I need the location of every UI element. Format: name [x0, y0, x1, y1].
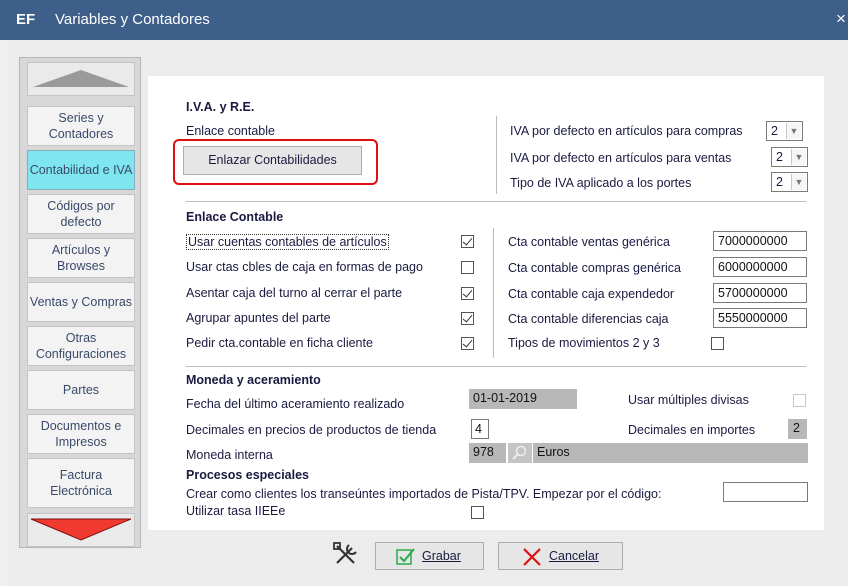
option-checkbox-3[interactable]: [461, 312, 474, 325]
iva-shipping-label: Tipo de IVA aplicado a los portes: [510, 176, 692, 190]
save-check-icon: [396, 548, 415, 565]
cancel-x-icon: [523, 548, 541, 566]
option-label-2: Asentar caja del turno al cerrar el part…: [186, 286, 403, 300]
iva-shipping-value: 2: [776, 175, 783, 189]
last-date-label: Fecha del último aceramiento realizado: [186, 397, 405, 411]
decimals-amounts-field: 2: [788, 419, 807, 439]
close-icon[interactable]: ×: [836, 9, 846, 29]
account-label-1: Cta contable compras genérica: [508, 261, 682, 275]
iva-sales-select[interactable]: 2 ▼: [771, 147, 808, 167]
sidebar-item-ventas[interactable]: Ventas y Compras: [27, 282, 135, 322]
search-button[interactable]: [508, 443, 532, 463]
decimals-products-input[interactable]: 4: [471, 419, 489, 439]
divider: [186, 366, 806, 367]
sidebar-item-documentos[interactable]: Documentos e Impresos: [27, 414, 135, 454]
account-input-1[interactable]: 6000000000: [713, 257, 807, 277]
option-label-0[interactable]: Usar cuentas contables de artículos: [186, 234, 389, 250]
moneda-heading: Moneda y aceramiento: [186, 373, 321, 387]
iva-purchase-select[interactable]: 2 ▼: [766, 121, 803, 141]
sidebar-item-label: Ventas y Compras: [29, 295, 133, 309]
window-title: Variables y Contadores: [55, 11, 210, 28]
tools-icon[interactable]: [332, 541, 360, 567]
option-checkbox-4[interactable]: [461, 337, 474, 350]
sidebar-item-label: Artículos y Browses: [51, 243, 111, 273]
sidebar-item-articulos[interactable]: Artículos y Browses: [27, 238, 135, 278]
sidebar-item-codigos[interactable]: Códigos por defecto: [27, 194, 135, 234]
account-input-3[interactable]: 5550000000: [713, 308, 807, 328]
search-icon: [512, 445, 527, 460]
cancel-label: Cancelar: [549, 549, 600, 563]
chevron-down-icon: ▼: [791, 149, 806, 165]
divider: [496, 116, 497, 194]
option-checkbox-0[interactable]: [461, 235, 474, 248]
sidebar-item-otras[interactable]: Otras Configuraciones: [27, 326, 135, 366]
account-label-2: Cta contable caja expendedor: [508, 287, 675, 301]
currency-name-field: Euros: [533, 443, 808, 463]
ieee-label: Utilizar tasa IIEEe: [186, 504, 286, 518]
iva-sales-label: IVA por defecto en artículos para ventas: [510, 151, 732, 165]
internal-currency-label: Moneda interna: [186, 448, 273, 462]
multi-currency-label: Usar múltiples divisas: [628, 393, 749, 407]
chevron-down-icon: ▼: [786, 123, 801, 139]
sidebar-item-label: Series y Contadores: [48, 111, 114, 141]
iva-purchase-label: IVA por defecto en artículos para compra…: [510, 124, 743, 138]
last-date-field: 01-01-2019: [469, 389, 577, 409]
iva-purchase-value: 2: [771, 124, 778, 138]
account-label-3: Cta contable diferencias caja: [508, 312, 669, 326]
app-badge: EF: [16, 11, 36, 28]
ieee-checkbox[interactable]: [471, 506, 484, 519]
decimals-products-label: Decimales en precios de productos de tie…: [186, 423, 437, 437]
iva-heading: I.V.A. y R.E.: [186, 100, 255, 114]
sidebar-item-label: Otras Configuraciones: [35, 331, 127, 361]
title-bar: EF Variables y Contadores ×: [0, 0, 848, 40]
movements-checkbox[interactable]: [711, 337, 724, 350]
settings-panel: I.V.A. y R.E. Enlace contable Enlazar Co…: [148, 76, 824, 530]
arrow-up-icon: [33, 70, 129, 87]
currency-code-field: 978: [469, 443, 506, 463]
sidebar-item-label: Partes: [62, 383, 100, 397]
transients-code-input[interactable]: [723, 482, 808, 502]
scroll-down-button[interactable]: [27, 513, 135, 547]
sidebar-item-label: Factura Electrónica: [50, 468, 112, 498]
sidebar-item-factura[interactable]: Factura Electrónica: [27, 458, 135, 508]
save-label: Grabar: [422, 549, 461, 563]
account-input-2[interactable]: 5700000000: [713, 283, 807, 303]
arrow-down-icon: [30, 518, 132, 541]
multi-currency-checkbox[interactable]: [793, 394, 806, 407]
divider: [493, 228, 494, 358]
option-checkbox-2[interactable]: [461, 287, 474, 300]
option-label-4: Pedir cta.contable en ficha cliente: [186, 336, 373, 350]
sidebar-item-series[interactable]: Series y Contadores: [27, 106, 135, 146]
option-label-3: Agrupar apuntes del parte: [186, 311, 331, 325]
movements-label: Tipos de movimientos 2 y 3: [508, 336, 660, 350]
cancel-button[interactable]: Cancelar: [498, 542, 623, 570]
link-accounting-button[interactable]: Enlazar Contabilidades: [183, 146, 362, 175]
enlace-heading: Enlace Contable: [186, 210, 284, 224]
sidebar-item-contabilidad[interactable]: Contabilidad e IVA: [27, 150, 135, 190]
account-label-0: Cta contable ventas genérica: [508, 235, 670, 249]
sidebar-item-label: Documentos e Impresos: [40, 419, 122, 449]
option-checkbox-1[interactable]: [461, 261, 474, 274]
scroll-up-button[interactable]: [27, 62, 135, 96]
chevron-down-icon: ▼: [791, 174, 806, 190]
sidebar: Series y Contadores Contabilidad e IVA C…: [19, 57, 141, 548]
iva-sales-value: 2: [776, 150, 783, 164]
account-input-0[interactable]: 7000000000: [713, 231, 807, 251]
procesos-heading: Procesos especiales: [186, 468, 309, 482]
option-label-1: Usar ctas cbles de caja en formas de pag…: [186, 260, 423, 274]
link-label: Enlace contable: [186, 124, 275, 138]
divider: [186, 201, 806, 202]
sidebar-item-label: Códigos por defecto: [47, 199, 115, 229]
decimals-amounts-label: Decimales en importes: [628, 423, 756, 437]
save-button[interactable]: Grabar: [375, 542, 484, 570]
iva-shipping-select[interactable]: 2 ▼: [771, 172, 808, 192]
transients-label: Crear como clientes los transeúntes impo…: [186, 487, 662, 501]
sidebar-item-label: Contabilidad e IVA: [29, 163, 133, 177]
sidebar-item-partes[interactable]: Partes: [27, 370, 135, 410]
